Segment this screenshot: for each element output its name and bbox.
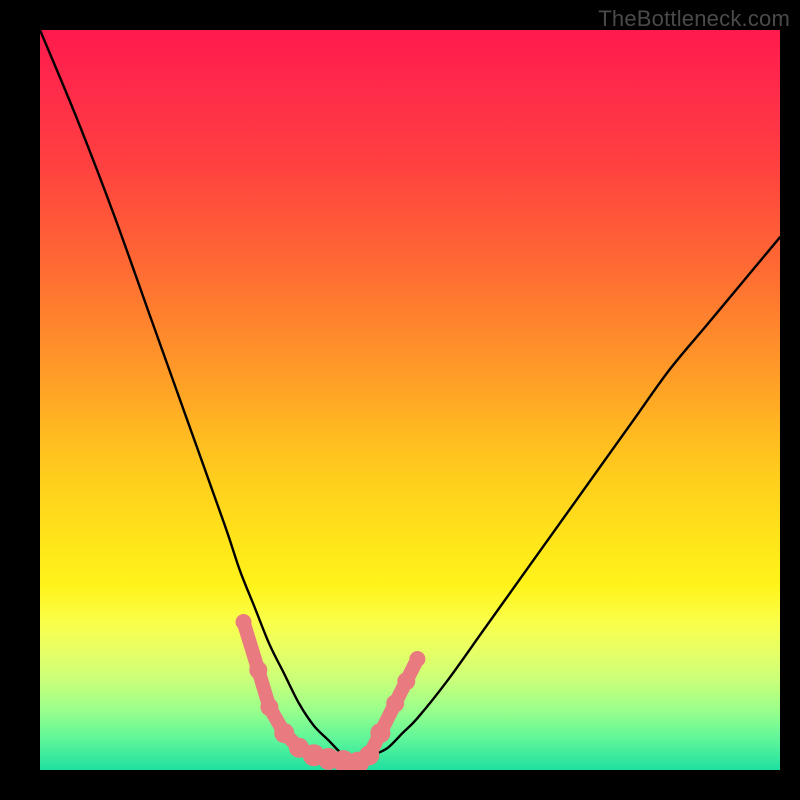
right-dots-point	[370, 723, 390, 743]
right-dots-point	[359, 745, 379, 765]
left-dots-point	[236, 614, 252, 630]
dots-layer	[236, 614, 426, 770]
left-dots-point	[260, 698, 278, 716]
right-dots-point	[397, 672, 415, 690]
plot-area	[40, 30, 780, 770]
chart-frame: TheBottleneck.com	[0, 0, 800, 800]
left-curve	[40, 30, 358, 763]
left-dots-point	[274, 723, 294, 743]
right-curve	[358, 237, 780, 762]
right-dots-point	[409, 651, 425, 667]
curve-layer	[40, 30, 780, 763]
left-dots-point	[249, 661, 267, 679]
right-dots-point	[386, 694, 404, 712]
chart-svg	[40, 30, 780, 770]
watermark-text: TheBottleneck.com	[598, 6, 790, 32]
